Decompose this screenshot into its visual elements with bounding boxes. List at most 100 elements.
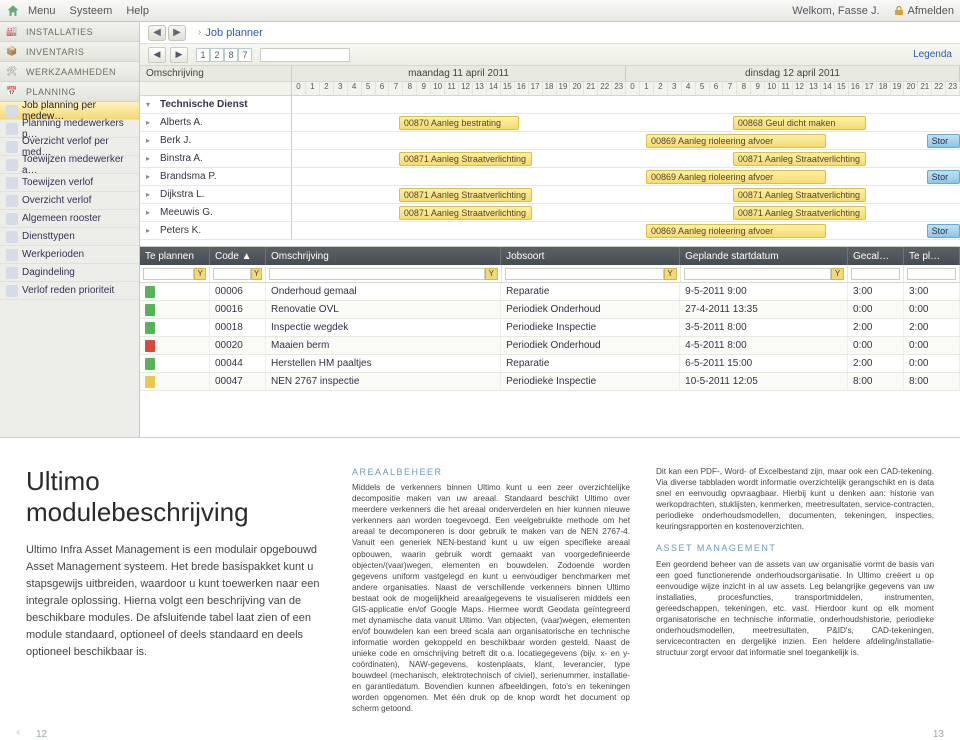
cell-job: Periodieke Inspectie — [501, 373, 680, 390]
table-row[interactable]: 00047NEN 2767 inspectiePeriodieke Inspec… — [140, 373, 960, 391]
col-date[interactable]: Geplande startdatum — [680, 247, 848, 265]
table-row[interactable]: 00044Herstellen HM paaltjesReparatie6-5-… — [140, 355, 960, 373]
status-flag-icon — [145, 304, 155, 316]
task-bar[interactable]: Stor — [927, 170, 960, 184]
filter-btn[interactable]: Y — [831, 268, 844, 280]
toolbar-next-button[interactable]: ▶ — [170, 47, 188, 63]
filter-date[interactable] — [684, 268, 831, 280]
status-flag-icon — [145, 376, 155, 388]
filter-code[interactable] — [213, 268, 251, 280]
page-2[interactable]: 2 — [210, 48, 224, 62]
lock-icon — [894, 6, 904, 16]
toolbar-prev-button[interactable]: ◀ — [148, 47, 166, 63]
legenda-link[interactable]: Legenda — [913, 49, 952, 60]
welcome-text: Welkom, Fasse J. — [792, 5, 879, 17]
cell-desc: Renovatie OVL — [266, 301, 501, 318]
section-title-areaalbeheer: AREAALBEHEER — [352, 466, 630, 478]
col-jobsoort[interactable]: Jobsoort — [501, 247, 680, 265]
nav-forward-button[interactable]: ▶ — [168, 25, 186, 41]
col-desc[interactable]: Omschrijving — [266, 247, 501, 265]
menu-menu[interactable]: Menu — [28, 5, 56, 17]
cell-gecal: 2:00 — [848, 319, 904, 336]
article-right-p1: Dit kan een PDF-, Word- of Excelbestand … — [656, 466, 934, 532]
gantt-row[interactable]: ▸Berk J. 00869 Aanleg rioleering afvoer … — [140, 132, 960, 150]
task-bar[interactable]: 00871 Aanleg Straatverlichting — [399, 152, 533, 166]
col-gecal[interactable]: Gecal… — [848, 247, 904, 265]
col-tepl[interactable]: Te pl… — [904, 247, 960, 265]
filter-g2[interactable] — [907, 268, 956, 280]
page-7[interactable]: 7 — [238, 48, 252, 62]
task-bar[interactable]: 00871 Aanleg Straatverlichting — [733, 152, 867, 166]
menu-systeem[interactable]: Systeem — [70, 5, 113, 17]
side-section-werkzaamheden[interactable]: 🛠WERKZAAMHEDEN — [0, 62, 139, 82]
task-bar[interactable]: 00870 Aanleg bestrating — [399, 116, 519, 130]
sidebar-item-10[interactable]: Verlof reden prioriteit — [0, 282, 139, 300]
task-bar[interactable]: Stor — [927, 224, 960, 238]
task-bar[interactable]: 00869 Aanleg rioleering afvoer — [646, 224, 826, 238]
sidebar-item-4[interactable]: Toewijzen verlof — [0, 174, 139, 192]
cell-desc: NEN 2767 inspectie — [266, 373, 501, 390]
table-row[interactable]: 00018Inspectie wegdekPeriodieke Inspecti… — [140, 319, 960, 337]
sidebar-item-8[interactable]: Werkperioden — [0, 246, 139, 264]
gantt-row[interactable]: ▸Binstra A. 00871 Aanleg Straatverlichti… — [140, 150, 960, 168]
table-row[interactable]: 00020Maaien bermPeriodiek Onderhoud4-5-2… — [140, 337, 960, 355]
article-right-p2: Een geordend beheer van de assets van uw… — [656, 559, 934, 659]
filter-btn[interactable]: Y — [251, 268, 262, 280]
page-1[interactable]: 1 — [196, 48, 210, 62]
gantt-row[interactable]: ▸Meeuwis G. 00871 Aanleg Straatverlichti… — [140, 204, 960, 222]
filter-row: Y Y Y Y Y — [140, 265, 960, 283]
gantt-group-row[interactable]: ▾Technische Dienst — [140, 96, 960, 114]
sidebar-item-7[interactable]: Diensttypen — [0, 228, 139, 246]
filter-job[interactable] — [505, 268, 664, 280]
task-bar[interactable]: 00871 Aanleg Straatverlichting — [399, 206, 533, 220]
nav-back-button[interactable]: ◀ — [148, 25, 166, 41]
cell-tepl: 0:00 — [904, 355, 960, 372]
task-bar[interactable]: 00869 Aanleg rioleering afvoer — [646, 170, 826, 184]
side-section-installaties[interactable]: 🏭INSTALLATIES — [0, 22, 139, 42]
gantt-row[interactable]: ▸Dijkstra L. 00871 Aanleg Straatverlicht… — [140, 186, 960, 204]
task-bar[interactable]: 00868 Geul dicht maken — [733, 116, 867, 130]
filter-desc[interactable] — [269, 268, 485, 280]
logout-button[interactable]: Afmelden — [894, 5, 954, 17]
sidebar-item-6[interactable]: Algemeen rooster — [0, 210, 139, 228]
sidebar-item-5[interactable]: Overzicht verlof — [0, 192, 139, 210]
gantt-row[interactable]: ▸Alberts A. 00870 Aanleg bestrating 0086… — [140, 114, 960, 132]
status-flag-icon — [145, 358, 155, 370]
filter-status[interactable] — [143, 268, 194, 280]
filter-btn[interactable]: Y — [485, 268, 498, 280]
gantt-row[interactable]: ▸Brandsma P. 00869 Aanleg rioleering afv… — [140, 168, 960, 186]
cell-gecal: 2:00 — [848, 355, 904, 372]
filter-g1[interactable] — [851, 268, 900, 280]
filter-btn[interactable]: Y — [194, 268, 206, 280]
col-code[interactable]: Code ▲ — [210, 247, 266, 265]
page-8[interactable]: 8 — [224, 48, 238, 62]
col-status[interactable]: Te plannen — [140, 247, 210, 265]
task-bar[interactable]: Stor — [927, 134, 960, 148]
chevron-right-icon: › — [198, 27, 201, 38]
gantt-row[interactable]: ▸Peters K. 00869 Aanleg rioleering afvoe… — [140, 222, 960, 240]
task-bar[interactable]: 00871 Aanleg Straatverlichting — [733, 206, 867, 220]
breadcrumb-title[interactable]: Job planner — [205, 27, 263, 39]
day-header-2: dinsdag 12 april 2011 — [626, 66, 960, 81]
gantt-rows: ▾Technische Dienst ▸Alberts A. 00870 Aan… — [140, 96, 960, 240]
sidebar-item-3[interactable]: Toewijzen medewerker a… — [0, 156, 139, 174]
task-bar[interactable]: 00869 Aanleg rioleering afvoer — [646, 134, 826, 148]
sidebar: 🏭INSTALLATIES 📦INVENTARIS 🛠WERKZAAMHEDEN… — [0, 22, 140, 437]
cell-tepl: 8:00 — [904, 373, 960, 390]
filter-btn[interactable]: Y — [664, 268, 677, 280]
article-mid-body: Middels de verkenners binnen Ultimo kunt… — [352, 482, 630, 714]
toolbar-search-input[interactable] — [260, 48, 350, 62]
menu-help[interactable]: Help — [126, 5, 149, 17]
grid-header: Te plannen Code ▲ Omschrijving Jobsoort … — [140, 247, 960, 265]
table-row[interactable]: 00006Onderhoud gemaalReparatie9-5-2011 9… — [140, 283, 960, 301]
day-header-1: maandag 11 april 2011 — [292, 66, 626, 81]
task-bar[interactable]: 00871 Aanleg Straatverlichting — [733, 188, 867, 202]
sidebar-item-9[interactable]: Dagindeling — [0, 264, 139, 282]
cell-gecal: 8:00 — [848, 373, 904, 390]
cell-desc: Herstellen HM paaltjes — [266, 355, 501, 372]
side-section-inventaris[interactable]: 📦INVENTARIS — [0, 42, 139, 62]
home-icon[interactable] — [6, 4, 20, 18]
cell-code: 00016 — [210, 301, 266, 318]
table-row[interactable]: 00016Renovatie OVLPeriodiek Onderhoud27-… — [140, 301, 960, 319]
task-bar[interactable]: 00871 Aanleg Straatverlichting — [399, 188, 533, 202]
